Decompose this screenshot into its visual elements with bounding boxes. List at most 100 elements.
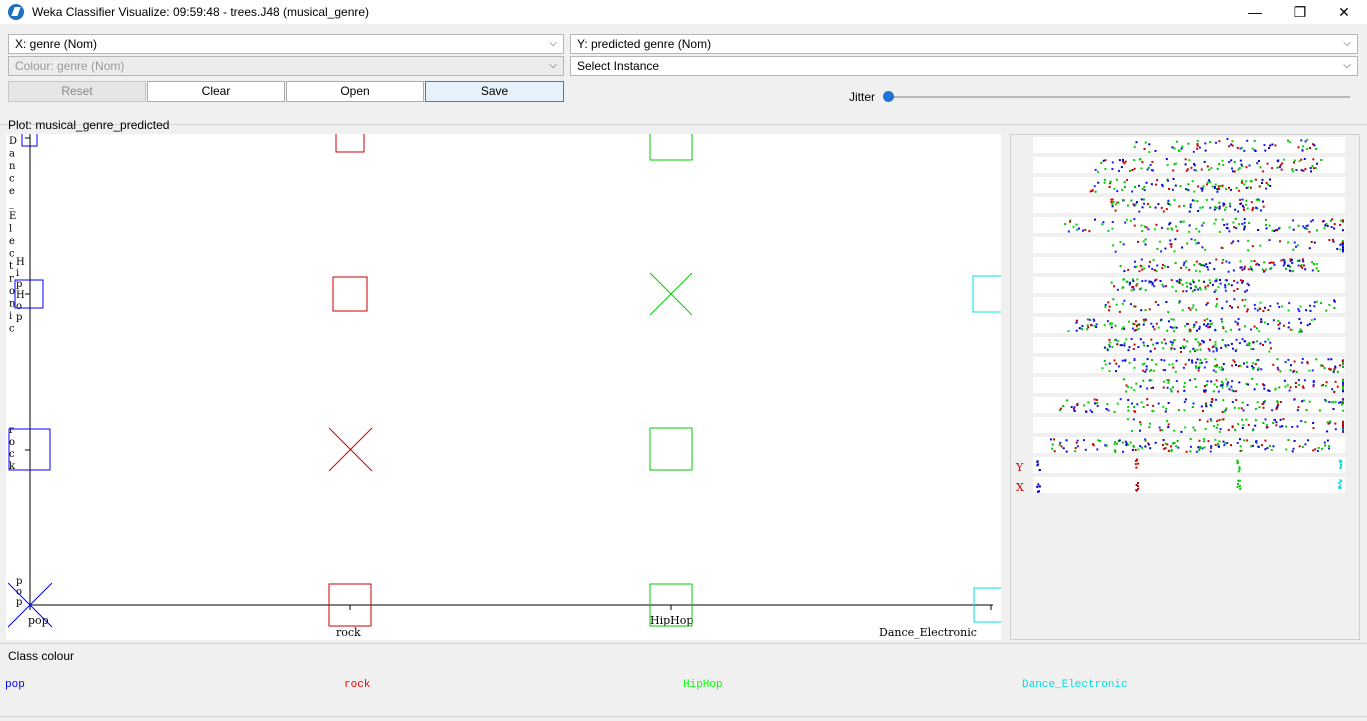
legend-item-pop[interactable]: pop (5, 679, 25, 691)
matrix-point (1167, 423, 1170, 426)
matrix-point (1186, 285, 1189, 288)
matrix-point (1114, 203, 1117, 206)
y-axis-select[interactable]: Y: predicted genre (Nom) ⌵ (570, 34, 1358, 54)
matrix-point (1187, 142, 1190, 145)
matrix-point (1278, 166, 1281, 169)
matrix-point (1231, 426, 1234, 429)
matrix-point (1238, 328, 1241, 331)
legend-item-dance-electronic[interactable]: Dance_Electronic (1022, 679, 1128, 691)
matrix-point (1204, 142, 1207, 145)
matrix-cell[interactable] (1033, 457, 1345, 473)
matrix-point (1112, 200, 1115, 203)
matrix-point (1243, 439, 1246, 442)
matrix-point (1226, 383, 1229, 386)
matrix-point (1096, 402, 1099, 405)
plot-canvas[interactable]: pop rock HipHop Dance_Electronic Da n c e _ E… (6, 134, 1001, 640)
matrix-point (1092, 443, 1094, 446)
matrix-point (1293, 161, 1295, 164)
matrix-point (1171, 188, 1174, 191)
matrix-point (1276, 405, 1279, 408)
save-button[interactable]: Save (425, 81, 564, 102)
matrix-point (1167, 202, 1170, 205)
jitter-slider-thumb[interactable] (883, 91, 894, 102)
y-tick-label-hiphop: HipHop (16, 257, 25, 323)
matrix-point (1330, 358, 1333, 361)
matrix-point (1087, 326, 1090, 329)
legend-item-rock[interactable]: rock (344, 679, 370, 691)
matrix-point (1157, 304, 1160, 306)
mark-rock-dance-electronic[interactable] (335, 134, 365, 153)
open-button[interactable]: Open (286, 81, 424, 102)
matrix-point (1309, 309, 1312, 312)
matrix-point (1253, 303, 1256, 306)
matrix-point (1292, 170, 1295, 173)
matrix-point (1195, 242, 1198, 245)
matrix-point (1248, 344, 1251, 347)
matrix-cell[interactable] (1033, 437, 1345, 453)
matrix-point (1136, 278, 1139, 281)
matrix-point (1222, 440, 1225, 443)
matrix-point (1250, 260, 1253, 263)
matrix-cell[interactable] (1033, 337, 1345, 353)
mark-hiphop-dance-electronic[interactable] (649, 134, 693, 161)
matrix-point (1313, 241, 1316, 244)
matrix-point (1165, 208, 1168, 211)
reset-button[interactable]: Reset (8, 81, 146, 102)
matrix-point (1250, 268, 1253, 270)
matrix-point (1194, 378, 1197, 381)
matrix-cell[interactable] (1033, 277, 1345, 293)
matrix-point (1198, 449, 1201, 451)
matrix-point (1229, 205, 1232, 208)
matrix-point (1225, 279, 1228, 282)
clear-button[interactable]: Clear (147, 81, 285, 102)
matrix-point (1106, 349, 1109, 352)
x-axis-select[interactable]: X: genre (Nom) ⌵ (8, 34, 564, 54)
matrix-point (1166, 227, 1169, 230)
matrix-point (1217, 286, 1220, 289)
attribute-matrix-panel[interactable]: Y X (1010, 134, 1360, 640)
matrix-point (1239, 445, 1242, 448)
matrix-point (1254, 178, 1257, 181)
matrix-point (1244, 298, 1247, 301)
matrix-point (1281, 162, 1284, 165)
matrix-cell[interactable] (1033, 297, 1345, 313)
matrix-point (1236, 323, 1239, 326)
matrix-point (1122, 278, 1125, 281)
matrix-point (1212, 369, 1215, 372)
matrix-point (1143, 267, 1146, 270)
matrix-point (1339, 466, 1342, 469)
matrix-point (1238, 189, 1241, 192)
matrix-point (1075, 441, 1078, 444)
matrix-point (1137, 448, 1140, 451)
matrix-point (1125, 338, 1128, 341)
matrix-point (1146, 404, 1149, 406)
legend-item-hiphop[interactable]: HipHop (683, 679, 723, 691)
maximize-button[interactable]: ❐ (1277, 0, 1323, 24)
mark-dance-electronic-hiphop[interactable] (972, 275, 1001, 313)
matrix-point (1247, 284, 1250, 287)
matrix-cell[interactable] (1033, 137, 1345, 153)
minimize-button[interactable]: — (1232, 0, 1278, 24)
matrix-point (1181, 283, 1184, 286)
matrix-point (1164, 265, 1166, 268)
matrix-cell[interactable] (1033, 417, 1345, 433)
matrix-cell[interactable] (1033, 477, 1345, 493)
matrix-point (1165, 158, 1168, 161)
jitter-label: Jitter (849, 90, 876, 104)
matrix-point (1156, 264, 1159, 267)
matrix-point (1296, 425, 1299, 428)
select-instance-select[interactable]: Select Instance ⌵ (570, 56, 1358, 76)
matrix-point (1259, 166, 1262, 169)
matrix-point (1185, 281, 1188, 284)
matrix-point (1111, 227, 1114, 230)
colour-select[interactable]: Colour: genre (Nom) ⌵ (8, 56, 564, 76)
mark-hiphop-rock[interactable] (649, 427, 693, 471)
close-button[interactable]: ✕ (1321, 0, 1367, 24)
matrix-point (1293, 241, 1296, 244)
matrix-point (1228, 161, 1231, 163)
matrix-point (1211, 346, 1214, 349)
matrix-point (1234, 218, 1237, 220)
matrix-point (1255, 206, 1258, 209)
mark-rock-hiphop[interactable] (332, 276, 368, 312)
jitter-slider-track[interactable] (888, 96, 1350, 98)
